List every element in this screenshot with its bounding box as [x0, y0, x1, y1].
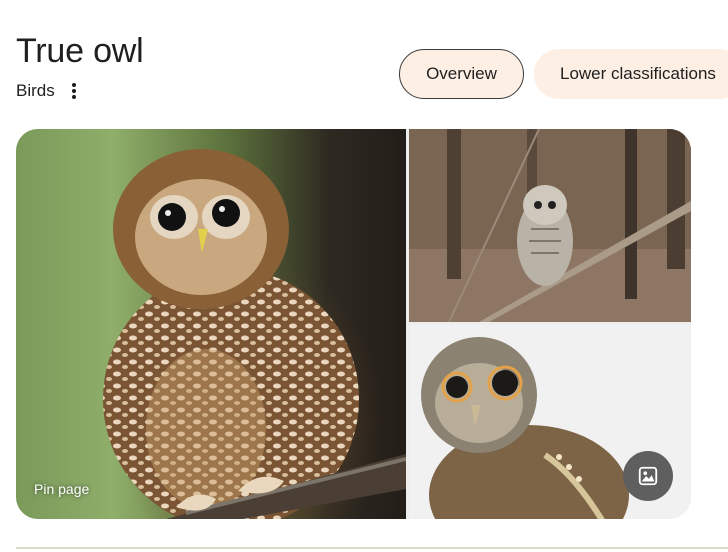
image-icon: [638, 466, 658, 486]
pin-page-link[interactable]: Pin page: [34, 481, 89, 497]
tab-overview[interactable]: Overview: [399, 49, 524, 99]
section-divider: [16, 547, 728, 549]
tab-lower-classifications[interactable]: Lower classifications: [534, 49, 728, 99]
forest-owl-illustration: [409, 129, 691, 322]
owl-image-forest[interactable]: [409, 129, 691, 322]
page-title: True owl: [16, 32, 144, 70]
subtitle-category[interactable]: Birds: [16, 81, 55, 101]
image-gallery: Pin page: [16, 129, 691, 519]
more-options-icon[interactable]: [68, 82, 80, 100]
owl-illustration: [103, 149, 406, 519]
image-search-button[interactable]: [623, 451, 673, 501]
owl-image-main[interactable]: [16, 129, 406, 519]
